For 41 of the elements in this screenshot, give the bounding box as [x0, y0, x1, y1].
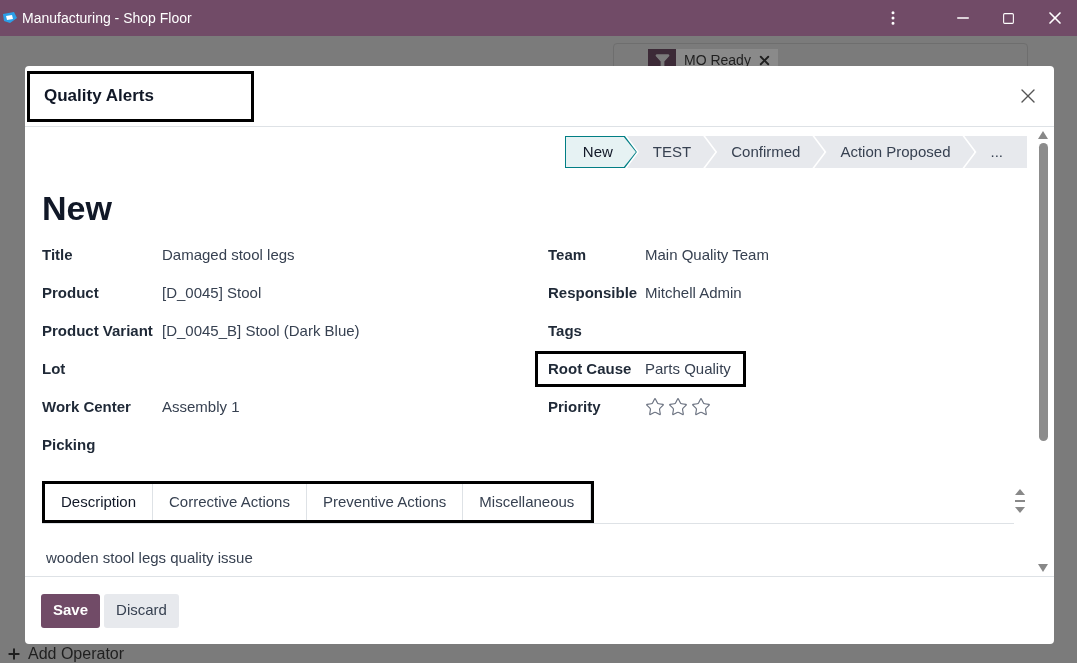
status-stage[interactable]: New — [564, 136, 637, 168]
status-stage[interactable]: ... — [964, 136, 1027, 168]
field-value[interactable]: [D_0045] Stool — [162, 281, 262, 305]
window-title: Manufacturing - Shop Floor — [22, 8, 192, 28]
maximize-icon[interactable] — [1002, 11, 1015, 25]
scrollbar-thumb[interactable] — [1038, 143, 1048, 441]
field-label: Product — [42, 282, 100, 303]
priority-star-icon[interactable] — [645, 397, 665, 417]
status-stage[interactable]: Confirmed — [705, 136, 825, 168]
field-value[interactable]: Assembly 1 — [162, 395, 240, 419]
field-label: Lot — [42, 358, 67, 379]
filter-icon — [654, 52, 670, 68]
field-value[interactable]: Mitchell Admin — [645, 281, 742, 305]
field-value[interactable]: [D_0045_B] Stool (Dark Blue) — [162, 319, 360, 343]
field-label: Root Cause — [548, 358, 633, 379]
description-text[interactable]: wooden stool legs quality issue — [46, 547, 1032, 570]
field-value[interactable]: Damaged stool legs — [162, 243, 295, 267]
status-stage[interactable]: TEST — [626, 136, 716, 168]
field-label: Responsible — [548, 282, 639, 303]
status-stage[interactable]: Action Proposed — [814, 136, 975, 168]
field-label: Title — [42, 244, 74, 265]
field-label: Work Center — [42, 396, 132, 417]
add-icon[interactable] — [6, 646, 22, 662]
scroll-down-icon[interactable] — [1038, 564, 1048, 572]
priority-star-icon[interactable] — [668, 397, 688, 417]
app-logo-icon — [2, 12, 18, 24]
priority-star-icon[interactable] — [691, 397, 711, 417]
discard-button[interactable]: Discard — [104, 593, 179, 628]
field-value[interactable]: Main Quality Team — [645, 243, 769, 267]
field-label: Tags — [548, 320, 583, 341]
chip-label: MO Ready — [684, 50, 751, 70]
record-title[interactable]: New — [42, 188, 1032, 228]
scroll-up-icon[interactable] — [1038, 131, 1048, 139]
save-button[interactable]: Save — [41, 593, 101, 628]
field-label: Picking — [42, 434, 97, 455]
field-value[interactable]: Parts Quality — [645, 357, 731, 381]
field-label: Product Variant — [42, 320, 154, 341]
dialog-title: Quality Alerts — [44, 85, 154, 108]
add-operator-link[interactable]: Add Operator — [28, 645, 125, 663]
field-label: Priority — [548, 396, 602, 417]
field-label: Team — [548, 244, 588, 265]
